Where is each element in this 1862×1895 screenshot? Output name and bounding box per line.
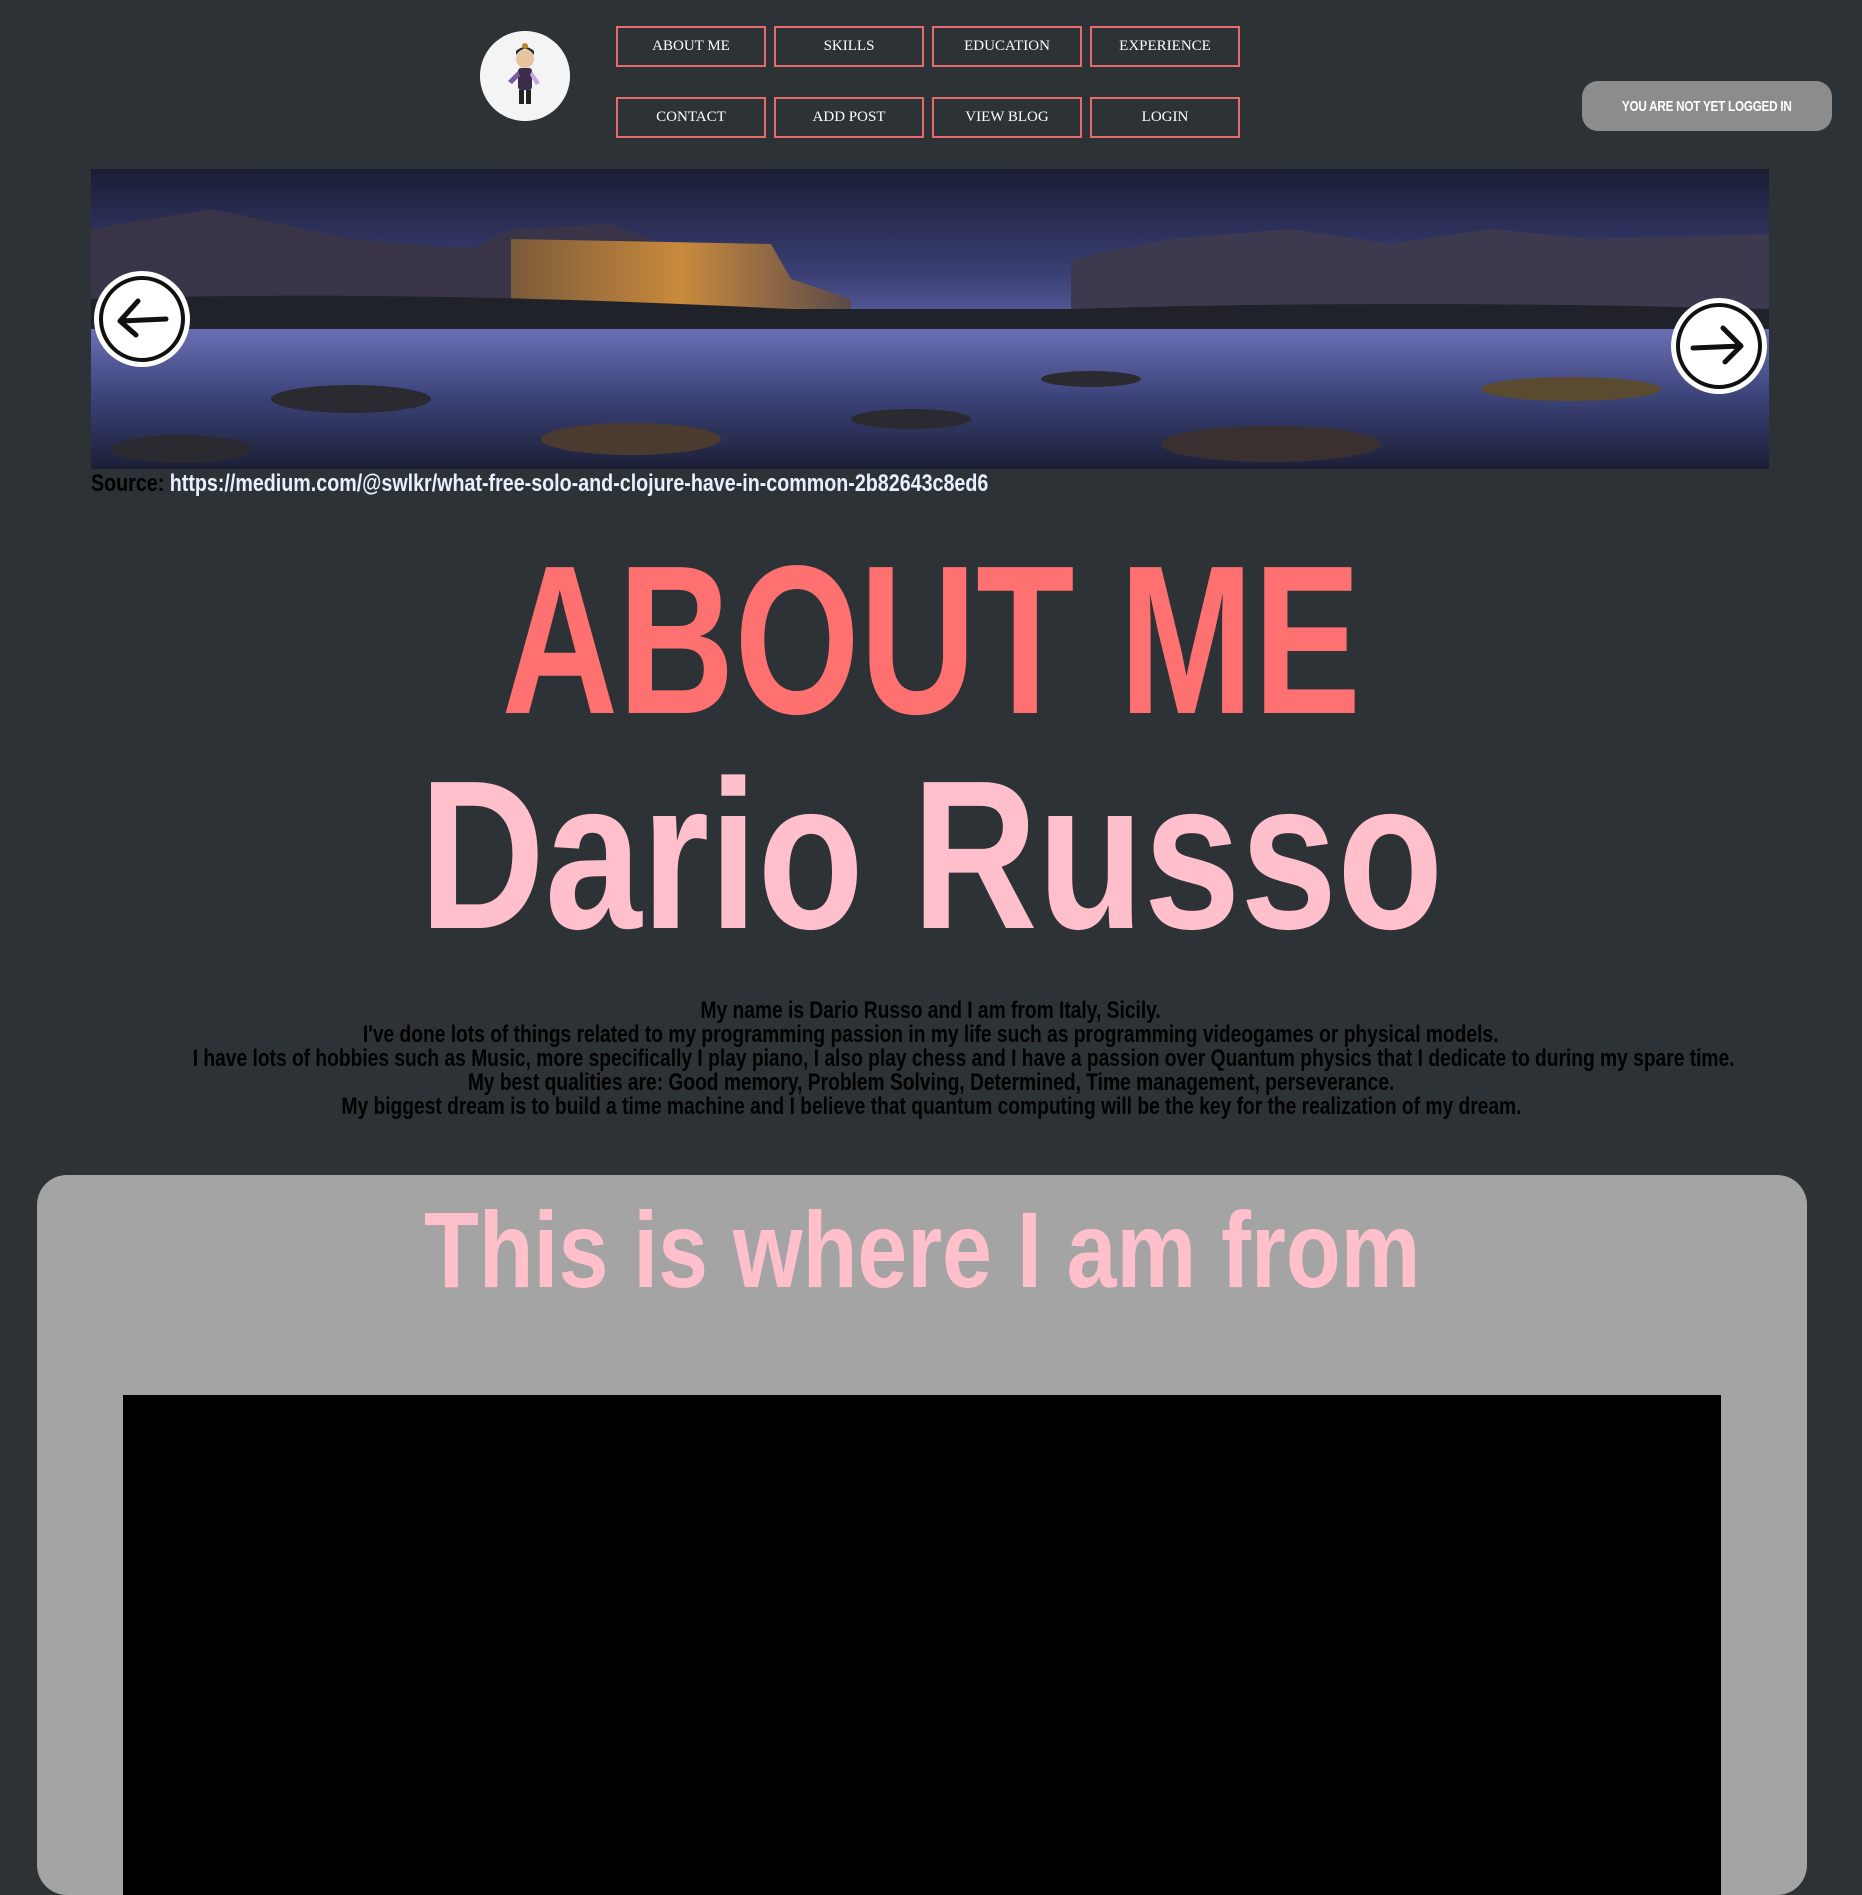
name-heading: Dario Russo (0, 736, 1862, 973)
nav-education[interactable]: EDUCATION (932, 26, 1082, 67)
nav-add-post[interactable]: ADD POST (774, 97, 924, 138)
bio-line: I have lots of hobbies such as Music, mo… (192, 1045, 1735, 1072)
arrow-right-icon (1676, 303, 1762, 389)
bio-line: My name is Dario Russo and I am from Ita… (700, 997, 1162, 1024)
slider-prev-button[interactable] (94, 271, 190, 367)
image-source-caption: Source: https://medium.com/@swlkr/what-f… (91, 470, 988, 498)
location-title: This is where I am from (37, 1195, 1807, 1305)
nav-login[interactable]: LOGIN (1090, 97, 1240, 138)
about-me-heading: ABOUT ME (0, 521, 1862, 758)
banner-landscape-image (91, 169, 1769, 469)
bio-line: My biggest dream is to build a time mach… (341, 1093, 1521, 1120)
source-label: Source: (91, 470, 165, 497)
arrow-left-icon (99, 276, 185, 362)
about-me-heading-text: ABOUT ME (501, 521, 1361, 758)
location-title-text: This is where I am from (423, 1189, 1421, 1310)
login-status-badge: YOU ARE NOT YET LOGGED IN (1582, 81, 1832, 131)
nav-view-blog[interactable]: VIEW BLOG (932, 97, 1082, 138)
slider-next-button[interactable] (1671, 298, 1767, 394)
login-status-text: YOU ARE NOT YET LOGGED IN (1622, 97, 1792, 115)
bio-line: My best qualities are: Good memory, Prob… (467, 1069, 1395, 1096)
source-link[interactable]: https://medium.com/@swlkr/what-free-solo… (170, 470, 989, 497)
bio-text: My name is Dario Russo and I am from Ita… (0, 999, 1862, 1119)
profile-avatar (480, 31, 570, 121)
map-embed[interactable] (123, 1395, 1721, 1895)
nav-skills[interactable]: SKILLS (774, 26, 924, 67)
name-heading-text: Dario Russo (419, 736, 1443, 973)
bio-line: I've done lots of things related to my p… (363, 1021, 1499, 1048)
location-card: This is where I am from (37, 1175, 1807, 1895)
banner-slider (91, 169, 1769, 469)
nav-contact[interactable]: CONTACT (616, 97, 766, 138)
nav-experience[interactable]: EXPERIENCE (1090, 26, 1240, 67)
nav-about-me[interactable]: ABOUT ME (616, 26, 766, 67)
